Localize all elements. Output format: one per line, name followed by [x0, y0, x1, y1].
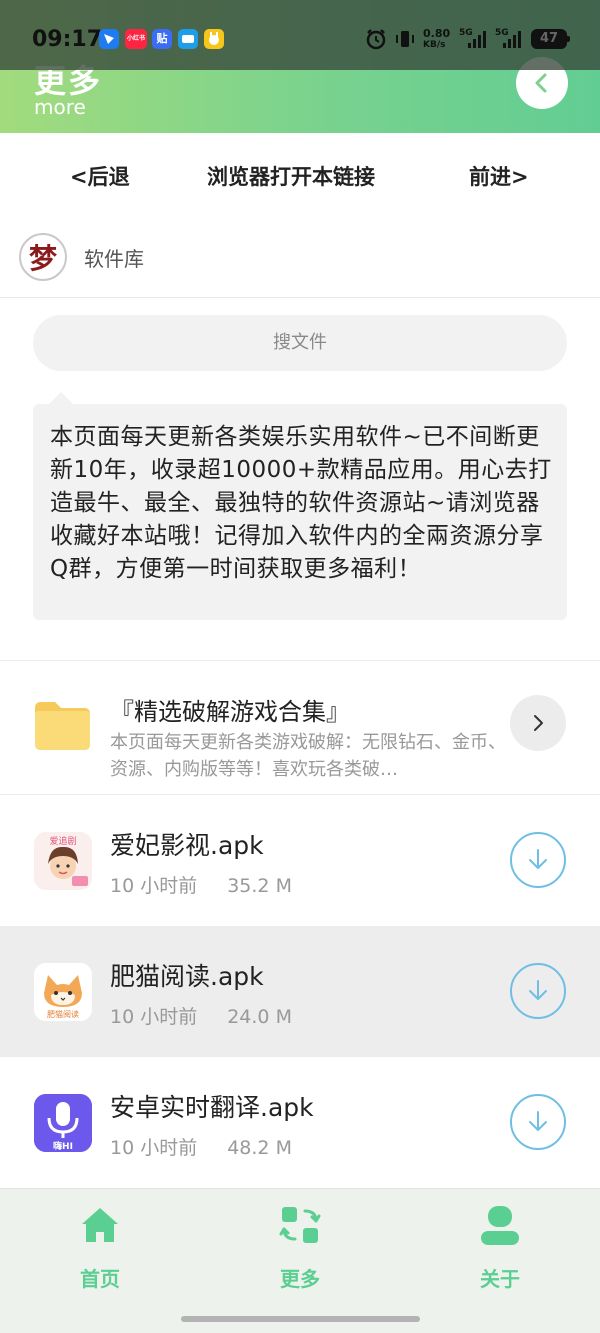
- folder-title: 『精选破解游戏合集』: [110, 698, 350, 726]
- file-time: 10 小时前: [110, 1137, 198, 1159]
- download-button[interactable]: [510, 963, 566, 1019]
- more-apps-icon: [279, 1207, 321, 1243]
- app-alipay-icon: [178, 29, 198, 49]
- app-translate-icon: 嗨HI: [34, 1094, 92, 1152]
- signal-bars-2-icon: [503, 30, 521, 48]
- app-tieba-icon: 贴: [152, 29, 172, 49]
- nav-back-button[interactable]: <后退: [70, 161, 130, 191]
- file-size: 35.2 M: [227, 875, 292, 897]
- file-meta: 10 小时前 35.2 M: [110, 871, 292, 898]
- folder-icon: [35, 702, 90, 750]
- svg-text:嗨HI: 嗨HI: [53, 1140, 73, 1152]
- app-xiaohongshu-icon: 小红书: [125, 29, 147, 49]
- file-item[interactable]: 肥猫阅读 肥猫阅读.apk 10 小时前 24.0 M: [0, 926, 600, 1057]
- home-icon: [82, 1208, 118, 1242]
- download-icon: [529, 1111, 547, 1131]
- search-input[interactable]: 搜文件: [33, 315, 567, 371]
- chevron-right-icon: [534, 715, 543, 731]
- open-folder-button[interactable]: [510, 695, 566, 751]
- status-time: 09:17: [32, 27, 103, 52]
- channel-name: 软件库: [84, 247, 144, 271]
- svg-text:爱追剧: 爱追剧: [49, 835, 76, 847]
- file-time: 10 小时前: [110, 875, 198, 897]
- battery-icon: 47: [531, 29, 570, 49]
- folder-item[interactable]: 『精选破解游戏合集』 本页面每天更新各类游戏破解：无限钻石、金币、资源、内购版等…: [0, 661, 600, 794]
- bottom-tab-bar: 首页 更多 关于: [0, 1188, 600, 1333]
- tab-more[interactable]: 更多: [240, 1203, 360, 1292]
- home-indicator[interactable]: [181, 1316, 420, 1322]
- folder-description: 本页面每天更新各类游戏破解：无限钻石、金币、资源、内购版等等！喜欢玩各类破…: [110, 732, 506, 780]
- user-icon: [481, 1206, 519, 1245]
- alarm-icon: [366, 29, 386, 50]
- download-button[interactable]: [510, 1094, 566, 1150]
- tab-home[interactable]: 首页: [40, 1203, 160, 1292]
- file-item[interactable]: 嗨HI 安卓实时翻译.apk 10 小时前 48.2 M: [0, 1057, 600, 1188]
- notice-bubble: 本页面每天更新各类娱乐实用软件~已不间断更新10年，收录超10000+款精品应用…: [33, 392, 567, 620]
- file-size: 24.0 M: [227, 1006, 292, 1028]
- tab-home-label: 首页: [80, 1267, 120, 1291]
- app-pet-icon: [204, 29, 224, 49]
- app-feishu-icon: [99, 29, 119, 49]
- file-meta: 10 小时前 48.2 M: [110, 1133, 292, 1160]
- app-feimao-icon: 肥猫阅读: [34, 963, 92, 1021]
- open-in-browser-button[interactable]: 浏览器打开本链接: [207, 161, 375, 191]
- page-subtitle: more: [34, 95, 86, 119]
- download-icon: [529, 849, 547, 869]
- file-item[interactable]: 爱追剧 爱妃影视.apk 10 小时前 35.2 M: [0, 795, 600, 926]
- file-name: 爱妃影视.apk: [110, 831, 264, 860]
- app-aifei-icon: 爱追剧: [34, 832, 92, 890]
- file-time: 10 小时前: [110, 1006, 198, 1028]
- signal-bars-1-icon: [468, 30, 486, 48]
- tab-more-label: 更多: [280, 1267, 320, 1291]
- nav-forward-button[interactable]: 前进>: [469, 161, 529, 191]
- browser-nav-bar: <后退 浏览器打开本链接 前进>: [0, 133, 600, 219]
- tab-about[interactable]: 关于: [440, 1203, 560, 1292]
- download-icon: [529, 980, 547, 1000]
- status-bar: 09:17 小红书 贴 0.80 KB/s 5G 5G 47: [0, 0, 600, 70]
- channel-logo: 梦: [19, 233, 67, 281]
- file-meta: 10 小时前 24.0 M: [110, 1002, 292, 1029]
- channel-header[interactable]: 梦 软件库: [0, 219, 600, 298]
- svg-text:肥猫阅读: 肥猫阅读: [47, 1009, 79, 1019]
- file-size: 48.2 M: [227, 1137, 292, 1159]
- tab-about-label: 关于: [480, 1267, 520, 1291]
- file-name: 肥猫阅读.apk: [110, 962, 264, 991]
- chevron-left-icon: [535, 73, 547, 93]
- vibrate-icon: [396, 31, 414, 47]
- file-name: 安卓实时翻译.apk: [110, 1093, 314, 1122]
- net-speed: 0.80 KB/s: [423, 27, 451, 50]
- download-button[interactable]: [510, 832, 566, 888]
